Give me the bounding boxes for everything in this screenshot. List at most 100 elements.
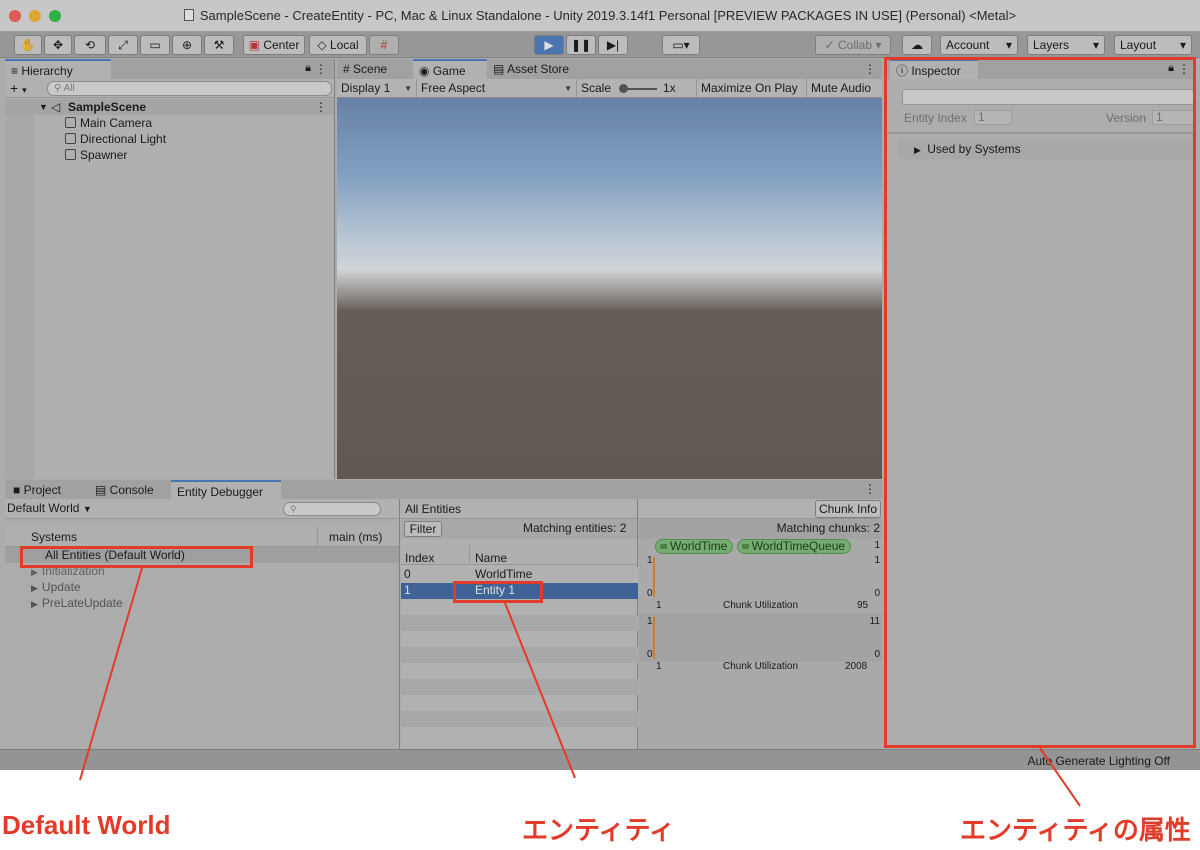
scale-slider[interactable]: Scale 1x bbox=[577, 79, 697, 98]
maximize-on-play-toggle[interactable]: Maximize On Play bbox=[697, 79, 807, 98]
status-text: Auto Generate Lighting Off bbox=[1027, 754, 1170, 768]
layers-dropdown[interactable]: Layers ▾ bbox=[1027, 35, 1105, 55]
scale-slider-thumb[interactable] bbox=[619, 84, 628, 93]
system-row-label: Update bbox=[41, 580, 81, 594]
close-window-button[interactable] bbox=[9, 10, 21, 22]
minimize-window-button[interactable] bbox=[29, 10, 41, 22]
account-label: Account bbox=[946, 38, 990, 52]
expand-triangle-icon[interactable]: ▼ bbox=[39, 99, 48, 115]
systems-panel: Default World ▼ ⚲ Systems main (ms) All … bbox=[5, 499, 400, 749]
custom-tool-button[interactable]: ⚒ bbox=[204, 35, 234, 55]
unity-scene-icon: ◁ bbox=[51, 100, 61, 114]
mute-audio-toggle[interactable]: Mute Audio bbox=[807, 79, 882, 98]
zoom-window-button[interactable] bbox=[49, 10, 61, 22]
main-ms-column-header: main (ms) bbox=[329, 530, 383, 544]
tab-game[interactable]: ◉ Game bbox=[413, 59, 487, 79]
component-chip-worldtime[interactable]: WorldTime bbox=[655, 539, 734, 554]
list-icon: ≡ bbox=[11, 64, 22, 78]
entity-index-cell: 1 bbox=[404, 583, 411, 597]
scene-row[interactable]: ▼ ◁ SampleScene ⋮ bbox=[5, 99, 334, 115]
annotation-box-default-world bbox=[20, 546, 253, 568]
move-tool-button[interactable]: ✥ bbox=[44, 35, 72, 55]
component-chip-worldtimequeue[interactable]: WorldTimeQueue bbox=[736, 539, 852, 554]
display-dropdown[interactable]: Display 1 ▼ bbox=[337, 79, 417, 98]
aspect-label: Free Aspect bbox=[421, 81, 486, 95]
device-simulator-button[interactable]: ▭▾ bbox=[662, 35, 700, 55]
chunk-count-label: 1 bbox=[874, 540, 880, 551]
filter-button[interactable]: Filter bbox=[404, 521, 442, 537]
scale-slider-track[interactable] bbox=[623, 88, 657, 90]
asset-store-tab-label: Asset Store bbox=[507, 62, 570, 76]
chunk-toolbar: Chunk Info bbox=[639, 499, 882, 519]
system-row-prelateupdate[interactable]: ▶ PreLateUpdate bbox=[5, 595, 399, 611]
space-toggle-button[interactable]: ◇ Local bbox=[309, 35, 367, 55]
systems-column-header: Systems bbox=[31, 530, 78, 544]
scale-tool-button[interactable]: ⤢ bbox=[108, 35, 138, 55]
more-menu-icon[interactable]: ⋮ bbox=[864, 62, 876, 76]
annotation-default-world: Default World bbox=[2, 810, 171, 840]
lock-icon[interactable]: 🔒︎ bbox=[305, 62, 311, 75]
tab-hierarchy[interactable]: ≡ Hierarchy bbox=[5, 59, 111, 79]
pivot-toggle-button[interactable]: ▣ Center bbox=[243, 35, 305, 55]
index-column-header: Index bbox=[405, 551, 435, 565]
hierarchy-item-label: Directional Light bbox=[80, 132, 167, 146]
hierarchy-item[interactable]: Directional Light bbox=[65, 131, 166, 147]
chevron-down-icon: ▾ bbox=[1179, 38, 1186, 52]
chunk-x-start: 1 bbox=[656, 661, 662, 672]
rect-tool-button[interactable]: ▭ bbox=[140, 35, 170, 55]
hierarchy-tab-label: Hierarchy bbox=[21, 64, 73, 78]
cloud-button[interactable]: ☁ bbox=[902, 35, 932, 55]
world-dropdown[interactable]: Default World ▼ bbox=[7, 500, 92, 517]
tab-entity-debugger[interactable]: Entity Debugger bbox=[171, 480, 281, 500]
play-button[interactable]: ▶ bbox=[534, 35, 564, 55]
snap-button[interactable]: # bbox=[369, 35, 399, 55]
tab-scene[interactable]: # Scene bbox=[337, 59, 413, 79]
chevron-down-icon: ▾ bbox=[22, 85, 27, 95]
more-menu-icon[interactable]: ⋮ bbox=[315, 99, 327, 115]
all-entities-title: All Entities bbox=[405, 502, 462, 516]
step-button[interactable]: ▶| bbox=[598, 35, 628, 55]
empty-row-stripe bbox=[401, 615, 638, 631]
pause-button[interactable]: ❚❚ bbox=[566, 35, 596, 55]
tab-console[interactable]: ▤ Console bbox=[89, 480, 171, 500]
transform-tool-button[interactable]: ⊕ bbox=[172, 35, 202, 55]
chunk-axis-right-top: 1 bbox=[874, 555, 880, 566]
more-menu-icon[interactable]: ⋮ bbox=[864, 482, 876, 496]
hierarchy-item[interactable]: Spawner bbox=[65, 147, 127, 163]
expand-triangle-icon: ▶ bbox=[31, 599, 38, 609]
annotation-entity: エンティティ bbox=[522, 815, 675, 845]
create-add-button[interactable]: + ▾ bbox=[10, 80, 27, 96]
scene-tab-label: Scene bbox=[353, 62, 388, 76]
hierarchy-tab-strip: ≡ Hierarchy 🔒︎ ⋮ bbox=[5, 59, 334, 79]
window-title: SampleScene - CreateEntity - PC, Mac & L… bbox=[199, 8, 1017, 23]
grid-snap-icon: # bbox=[380, 38, 388, 52]
systems-search-input[interactable]: ⚲ bbox=[283, 502, 381, 516]
chunk-caption: Chunk Utilization bbox=[723, 661, 799, 672]
search-icon: ⚲ bbox=[290, 504, 297, 514]
hierarchy-panel: ≡ Hierarchy 🔒︎ ⋮ + ▾ ⚲ All ▼ ◁ SampleSce… bbox=[5, 59, 335, 479]
layout-dropdown[interactable]: Layout ▾ bbox=[1114, 35, 1192, 55]
folder-icon: ■ bbox=[13, 483, 24, 497]
system-row-update[interactable]: ▶ Update bbox=[5, 579, 399, 595]
collab-dropdown[interactable]: ✓ Collab ▾ bbox=[815, 35, 891, 55]
rotate-tool-button[interactable]: ⟲ bbox=[74, 35, 106, 55]
scale-label: Scale bbox=[581, 81, 612, 95]
gameobject-cube-icon bbox=[65, 149, 76, 160]
tab-project[interactable]: ■ Project bbox=[7, 480, 87, 500]
rotate-icon: ⟲ bbox=[84, 38, 96, 52]
account-dropdown[interactable]: Account ▾ bbox=[940, 35, 1018, 55]
chunk-info-button[interactable]: Chunk Info bbox=[815, 500, 881, 518]
entities-toolbar: All Entities bbox=[401, 499, 637, 519]
hierarchy-item[interactable]: Main Camera bbox=[65, 115, 152, 131]
tab-asset-store[interactable]: ▤ Asset Store bbox=[487, 59, 587, 79]
move-icon: ✥ bbox=[52, 38, 64, 52]
scale-value: 1x bbox=[663, 81, 676, 95]
aspect-dropdown[interactable]: Free Aspect ▼ bbox=[417, 79, 577, 98]
rect-icon: ▭ bbox=[149, 38, 161, 52]
entity-index-cell: 0 bbox=[404, 567, 411, 581]
more-menu-icon[interactable]: ⋮ bbox=[315, 62, 327, 76]
hierarchy-search-input[interactable]: ⚲ All bbox=[47, 81, 332, 96]
project-tab-label: Project bbox=[23, 483, 61, 497]
game-viewport[interactable] bbox=[337, 98, 882, 479]
hand-tool-button[interactable]: ✋ bbox=[14, 35, 42, 55]
